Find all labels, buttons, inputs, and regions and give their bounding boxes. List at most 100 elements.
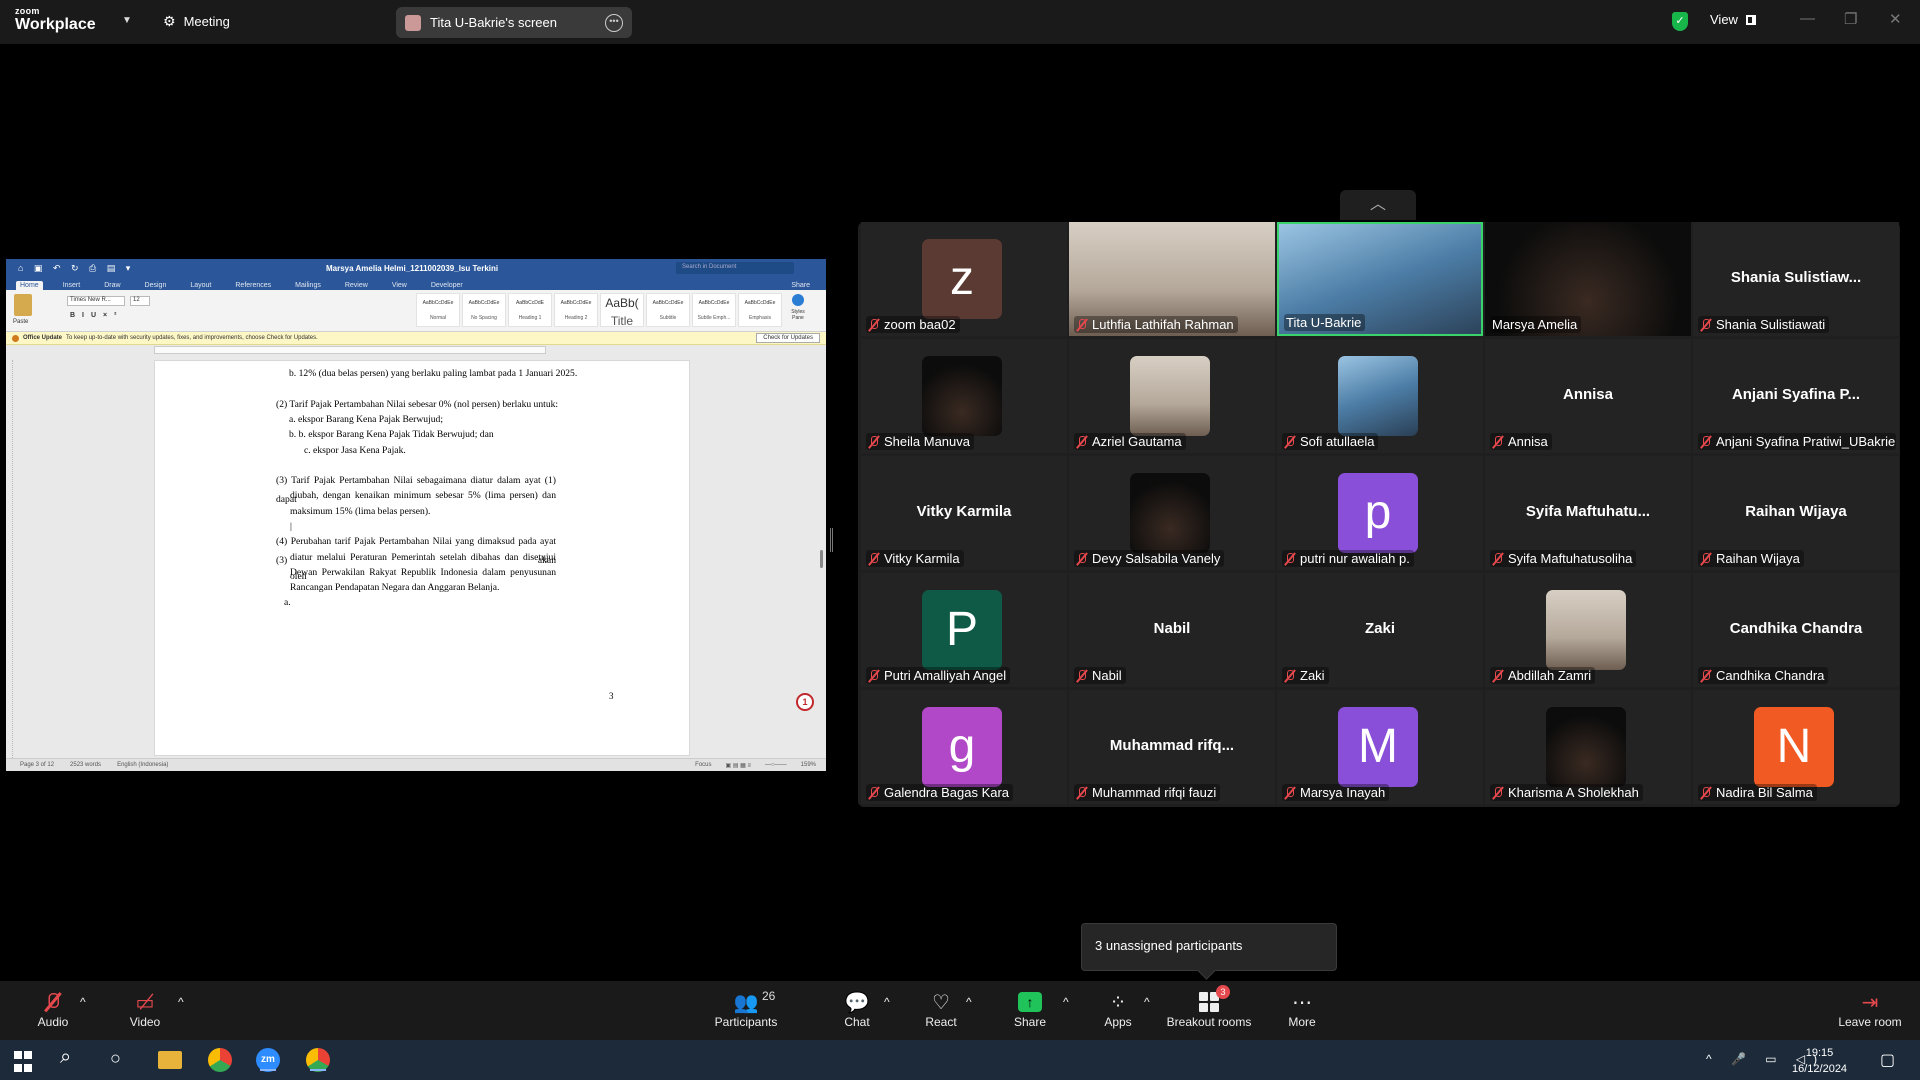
status-words[interactable]: 2523 words: [70, 762, 101, 768]
participants-button[interactable]: 👥 26 Participants: [714, 989, 778, 1029]
tab-references[interactable]: References: [231, 281, 275, 290]
notifications-icon[interactable]: ▢: [1880, 1050, 1904, 1074]
tab-insert[interactable]: Insert: [59, 281, 85, 290]
video-button[interactable]: ▭̸ Video: [128, 989, 162, 1030]
font-name-select[interactable]: Times New R...: [67, 296, 125, 306]
participant-tile[interactable]: Anjani Syafina P... Anjani Syafina Pratiw…: [1693, 339, 1899, 453]
document-scrollbar[interactable]: [820, 550, 823, 568]
minimize-icon[interactable]: —: [1800, 10, 1815, 27]
breakout-rooms-button[interactable]: 3 Breakout rooms: [1166, 985, 1252, 1029]
task-view-icon[interactable]: ○: [110, 1048, 134, 1072]
style-heading-2[interactable]: AaBbCcDdEe Heading 2: [554, 293, 598, 327]
participant-tile[interactable]: Candhika Chandra Candhika Chandra: [1693, 573, 1899, 687]
style-heading-1[interactable]: AaBbCcDdE Heading 1: [508, 293, 552, 327]
participant-tile[interactable]: Zaki Zaki: [1277, 573, 1483, 687]
chrome-icon[interactable]: [208, 1048, 232, 1072]
style-subtle-emphasis[interactable]: AaBbCcDdEe Subtle Emph...: [692, 293, 736, 327]
apps-options-caret[interactable]: ^: [1144, 995, 1150, 1009]
share-options-caret[interactable]: ^: [1063, 995, 1069, 1009]
tab-draw[interactable]: Draw: [100, 281, 124, 290]
view-button[interactable]: View: [1710, 12, 1756, 27]
zoom-workplace-logo[interactable]: zoom Workplace: [15, 7, 96, 33]
chat-button[interactable]: 💬 Chat: [840, 989, 874, 1030]
document-page[interactable]: b. 12% (dua belas persen) yang berlaku p…: [154, 360, 690, 756]
more-button[interactable]: ⋯ More: [1286, 989, 1318, 1030]
styles-gallery[interactable]: AaBbCcDdEe Normal AaBbCcDdEe No Spacing Aa…: [416, 293, 782, 328]
audio-button[interactable]: Audio: [36, 989, 70, 1029]
participant-tile[interactable]: M Marsya Inayah: [1277, 690, 1483, 804]
gallery-scroll-up-icon[interactable]: ︿: [1340, 190, 1416, 220]
participant-tile[interactable]: Devy Salsabila Vanely: [1069, 456, 1275, 570]
participant-tile[interactable]: Marsya Amelia: [1485, 222, 1691, 336]
react-button[interactable]: ♡ React: [924, 989, 958, 1030]
participant-tile[interactable]: Annisa Annisa: [1485, 339, 1691, 453]
chevron-down-icon[interactable]: ▼: [122, 15, 132, 26]
zoom-slider[interactable]: —○——: [765, 762, 787, 769]
document-search-input[interactable]: Search in Document: [676, 262, 794, 274]
horizontal-ruler[interactable]: [6, 345, 826, 354]
tab-view[interactable]: View: [388, 281, 411, 290]
style-no-spacing[interactable]: AaBbCcDdEe No Spacing: [462, 293, 506, 327]
participant-tile[interactable]: Vitky Karmila Vitky Karmila: [861, 456, 1067, 570]
video-options-caret[interactable]: ^: [178, 995, 184, 1009]
windows-start-icon[interactable]: [14, 1051, 38, 1075]
tab-developer[interactable]: Developer: [427, 281, 467, 290]
comment-count-badge[interactable]: 1: [796, 693, 814, 711]
audio-options-caret[interactable]: ^: [80, 995, 86, 1009]
meeting-button[interactable]: ⚙ Meeting: [163, 13, 230, 30]
participant-tile[interactable]: Abdillah Zamri: [1485, 573, 1691, 687]
participant-tile[interactable]: Azriel Gautama: [1069, 339, 1275, 453]
participant-tile[interactable]: Nabil Nabil: [1069, 573, 1275, 687]
file-explorer-icon[interactable]: [158, 1051, 182, 1069]
quick-access-icons[interactable]: ⌂ ▣ ↶ ↻ ⎙ ▤ ▾: [18, 263, 134, 274]
paste-icon[interactable]: [14, 294, 32, 316]
participant-tile[interactable]: p putri nur awaliah p.: [1277, 456, 1483, 570]
zoom-app-icon[interactable]: zm: [256, 1048, 280, 1072]
styles-pane-button[interactable]: Styles Pane: [786, 294, 810, 321]
font-size-select[interactable]: 12: [130, 296, 150, 306]
chat-options-caret[interactable]: ^: [884, 995, 890, 1009]
participant-tile[interactable]: Raihan Wijaya Raihan Wijaya: [1693, 456, 1899, 570]
participant-tile[interactable]: Kharisma A Sholekhah: [1485, 690, 1691, 804]
style-emphasis[interactable]: AaBbCcDdEe Emphasis: [738, 293, 782, 327]
status-page[interactable]: Page 3 of 12: [20, 762, 54, 768]
style-title[interactable]: AaBb(Title: [600, 293, 644, 328]
participant-tile[interactable]: g Galendra Bagas Kara: [861, 690, 1067, 804]
tab-design[interactable]: Design: [141, 281, 171, 290]
security-shield-icon[interactable]: ✓: [1672, 12, 1688, 31]
tab-mailings[interactable]: Mailings: [291, 281, 325, 290]
search-icon[interactable]: ⌕: [60, 1046, 84, 1070]
participant-tile[interactable]: Sheila Manuva: [861, 339, 1067, 453]
check-for-updates-button[interactable]: Check for Updates: [756, 333, 820, 343]
react-options-caret[interactable]: ^: [966, 995, 972, 1009]
apps-button[interactable]: ⁘ Apps: [1103, 989, 1133, 1030]
view-mode-icons[interactable]: ▣ ▤ ▦ ≡: [726, 762, 752, 769]
participant-tile[interactable]: Syifa Maftuhatu... Syifa Maftuhatusoliha: [1485, 456, 1691, 570]
style-normal[interactable]: AaBbCcDdEe Normal: [416, 293, 460, 327]
tab-home[interactable]: Home: [16, 281, 43, 290]
close-icon[interactable]: ✕: [1889, 10, 1902, 28]
participant-tile[interactable]: N Nadira Bil Salma: [1693, 690, 1899, 804]
participant-tile[interactable]: Shania Sulistiaw... Shania Sulistiawati: [1693, 222, 1899, 336]
share-button[interactable]: ↑ Share: [1012, 989, 1048, 1029]
maximize-icon[interactable]: ❐: [1844, 10, 1857, 28]
chrome-profile-icon[interactable]: [306, 1048, 330, 1072]
participant-tile[interactable]: Sofi atullaela: [1277, 339, 1483, 453]
tab-layout[interactable]: Layout: [186, 281, 215, 290]
style-subtitle[interactable]: AaBbCcDdEe Subtitle: [646, 293, 690, 327]
zoom-level[interactable]: 159%: [801, 762, 816, 769]
tab-review[interactable]: Review: [341, 281, 372, 290]
participant-tile[interactable]: Tita U-Bakrie: [1277, 222, 1483, 336]
shared-screen-pill[interactable]: Tita U-Bakrie's screen •••: [396, 7, 632, 38]
focus-button[interactable]: Focus: [695, 762, 711, 769]
format-buttons[interactable]: BIU×²: [70, 312, 123, 319]
more-options-icon[interactable]: •••: [605, 13, 623, 32]
vertical-ruler[interactable]: [8, 360, 13, 758]
participant-tile[interactable]: P Putri Amalliyah Angel: [861, 573, 1067, 687]
leave-room-button[interactable]: ⇥ Leave room: [1838, 989, 1902, 1030]
participant-tile[interactable]: z zoom baa02: [861, 222, 1067, 336]
doc-share-button[interactable]: Share: [787, 281, 814, 290]
status-language[interactable]: English (Indonesia): [117, 762, 168, 768]
participant-tile[interactable]: Muhammad rifq... Muhammad rifqi fauzi: [1069, 690, 1275, 804]
split-view-handle[interactable]: [830, 528, 833, 552]
